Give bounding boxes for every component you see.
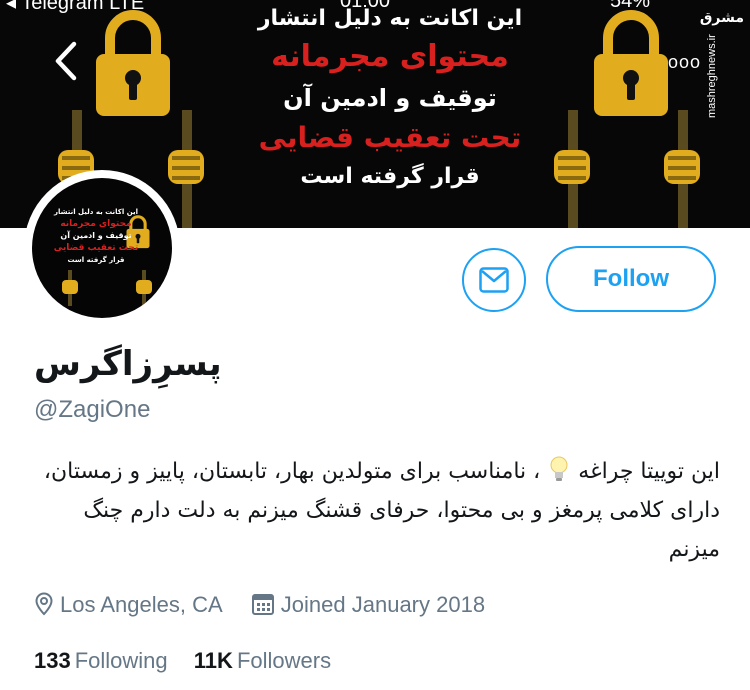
prison-bars-icon (62, 270, 78, 306)
location: Los Angeles, CA (34, 590, 223, 620)
banner-line: قرار گرفته است (300, 164, 480, 189)
prison-bars-icon (554, 110, 700, 228)
avatar[interactable]: این اکانت به دلیل انتشار محتوای مجرمانه … (24, 170, 180, 326)
padlock-icon (594, 10, 668, 116)
banner-line: محتوای مجرمانه (271, 39, 509, 74)
more-icon[interactable]: ooo (668, 52, 701, 73)
bio-text: این توییتا چراغه (578, 459, 720, 484)
prison-bars-icon (136, 270, 152, 306)
followers-count: 11K (193, 648, 233, 673)
watermark-url: mashreghnews.ir (706, 34, 718, 118)
followers-link[interactable]: 11K Followers (194, 646, 331, 676)
profile-meta: Los Angeles, CA Joined January 2018 (34, 590, 485, 620)
follow-stats: 133 Following 11K Followers (34, 646, 331, 676)
padlock-icon (96, 10, 170, 116)
watermark: مشرق mashreghnews.ir (700, 10, 744, 122)
display-name: پسرِزاگرس (34, 344, 222, 384)
banner-line: توقیف و ادمین آن (283, 84, 497, 112)
handle: @ZagiOne (34, 396, 151, 423)
avatar-image: این اکانت به دلیل انتشار محتوای مجرمانه … (32, 178, 172, 318)
lightbulb-icon (550, 456, 568, 481)
avatar-notice: این اکانت به دلیل انتشار محتوای مجرمانه … (53, 208, 139, 264)
banner-notice: این اکانت به دلیل انتشار محتوای مجرمانه … (220, 2, 560, 196)
bio: این توییتا چراغه ، نامناسب برای متولدین … (34, 452, 720, 569)
banner-line: این اکانت به دلیل انتشار (257, 6, 523, 31)
follow-button[interactable]: Follow (546, 246, 716, 312)
back-arrow-icon[interactable] (46, 38, 86, 84)
message-icon (479, 267, 509, 293)
watermark-logo: مشرق (699, 10, 744, 26)
calendar-icon (251, 594, 274, 615)
followers-label: Followers (236, 648, 332, 673)
following-link[interactable]: 133 Following (34, 646, 168, 676)
message-button[interactable] (462, 248, 526, 312)
location-pin-icon (35, 592, 53, 616)
banner-line: تحت تعقیب قضایی (258, 121, 522, 154)
joined-date: Joined January 2018 (251, 590, 485, 620)
following-count: 133 (34, 648, 71, 673)
following-label: Following (74, 648, 168, 673)
